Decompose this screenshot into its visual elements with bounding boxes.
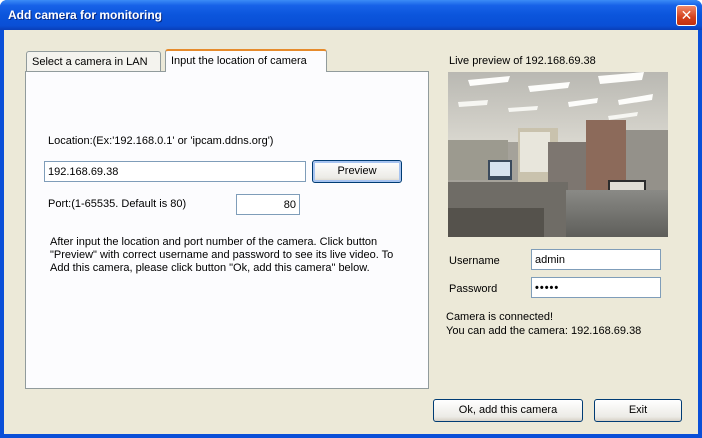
password-input[interactable] <box>531 277 661 298</box>
live-preview-image <box>448 72 668 237</box>
tab-select-camera-in-lan[interactable]: Select a camera in LAN <box>26 51 161 71</box>
tab-panel <box>25 71 429 389</box>
preview-button[interactable]: Preview <box>312 160 402 183</box>
password-label: Password <box>449 283 498 295</box>
instructions-text: After input the location and port number… <box>50 236 394 274</box>
title-bar[interactable]: Add camera for monitoring ✕ <box>0 0 702 30</box>
ok-add-camera-button[interactable]: Ok, add this camera <box>433 399 583 422</box>
location-input[interactable] <box>44 161 306 182</box>
tab-input-location[interactable]: Input the location of camera <box>165 49 327 72</box>
location-label: Location:(Ex:'192.168.0.1' or 'ipcam.ddn… <box>48 135 274 147</box>
window-title: Add camera for monitoring <box>8 8 163 22</box>
status-add-camera: You can add the camera: 192.168.69.38 <box>446 325 642 337</box>
live-preview-label: Live preview of 192.168.69.38 <box>449 55 596 67</box>
close-button[interactable]: ✕ <box>676 5 697 26</box>
username-label: Username <box>449 255 500 267</box>
username-input[interactable] <box>531 249 661 270</box>
port-label: Port:(1-65535. Default is 80) <box>48 198 187 210</box>
exit-button[interactable]: Exit <box>594 399 682 422</box>
dialog-body: Select a camera in LAN Input the locatio… <box>4 30 698 434</box>
port-input[interactable] <box>236 194 300 215</box>
status-connected: Camera is connected! <box>446 311 553 323</box>
office-camera-frame <box>448 72 668 237</box>
